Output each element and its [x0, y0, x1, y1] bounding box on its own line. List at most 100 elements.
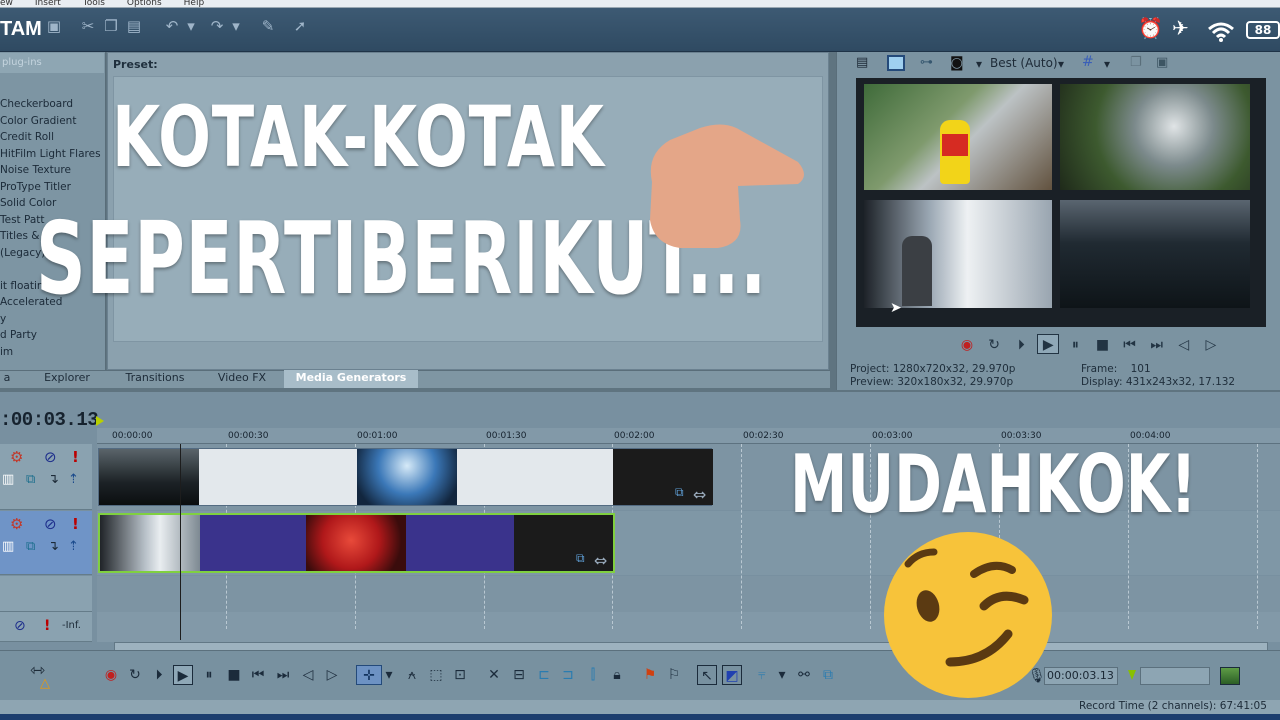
- grid-dropdown-icon[interactable]: ▾: [1104, 57, 1110, 71]
- track-fx-icon[interactable]: ⚙: [10, 515, 23, 533]
- plugin-item[interactable]: ProType Titler: [0, 179, 104, 196]
- plugin-item[interactable]: HitFilm Light Flares: [0, 146, 104, 163]
- plugin-item[interactable]: Credit Roll: [0, 129, 104, 146]
- paste-icon[interactable]: ▤: [124, 16, 144, 36]
- mute-icon[interactable]: ⊘: [44, 515, 57, 533]
- edit-tool-icon[interactable]: ✎: [258, 16, 278, 36]
- tab-media-generators[interactable]: Media Generators: [284, 370, 418, 388]
- next-frame-icon[interactable]: ▷: [322, 665, 342, 685]
- playhead-cursor[interactable]: [180, 444, 181, 640]
- region-icon[interactable]: ⚐: [664, 665, 684, 685]
- preview-properties-icon[interactable]: ▤: [856, 55, 868, 70]
- track-fx-icon[interactable]: ⚙: [10, 448, 23, 466]
- edit-tool-dropdown-icon[interactable]: ▾: [383, 665, 395, 685]
- redo-dropdown-icon[interactable]: ▾: [230, 16, 242, 36]
- snapshot-icon[interactable]: [1220, 667, 1240, 685]
- track-header-video-2[interactable]: ⚙ ⊘ ! ▥ ⧉ ↴ ⇡: [0, 511, 92, 575]
- track-lane-empty[interactable]: [97, 576, 1280, 612]
- go-to-end-icon[interactable]: ⏭: [273, 665, 293, 685]
- quality-dropdown-icon[interactable]: ▾: [976, 57, 982, 71]
- track-up-icon[interactable]: ⇡: [68, 472, 79, 487]
- quality-chevron-icon[interactable]: ▾: [1058, 57, 1064, 71]
- ripple-mode-icon[interactable]: ⫧: [752, 665, 772, 685]
- pause-icon[interactable]: ⏸: [1064, 335, 1086, 355]
- plugin-item[interactable]: Checkerboard: [0, 96, 104, 113]
- loop-icon[interactable]: ↻: [125, 665, 145, 685]
- stop-icon[interactable]: ■: [1091, 335, 1113, 355]
- next-frame-icon[interactable]: ▷: [1200, 335, 1222, 355]
- track-header-video-1[interactable]: ⚙ ⊘ ! ▥ ⧉ ↴ ⇡: [0, 444, 92, 510]
- save-snapshot-icon[interactable]: ▣: [1156, 55, 1168, 70]
- play-icon[interactable]: ▶: [1037, 334, 1060, 354]
- event-fx-icon[interactable]: ⇔: [594, 551, 607, 570]
- preview-screen[interactable]: ➤: [856, 78, 1266, 327]
- undo-dropdown-icon[interactable]: ▾: [185, 16, 197, 36]
- master-solo-icon[interactable]: !: [44, 618, 50, 634]
- plugin-item[interactable]: im: [0, 344, 104, 361]
- event-pan-crop-icon[interactable]: ⧉: [675, 485, 684, 500]
- selection-end-field[interactable]: [1140, 667, 1210, 685]
- motion-icon[interactable]: ⧉: [26, 472, 35, 487]
- tab-video-fx[interactable]: Video FX: [210, 370, 274, 388]
- cut-icon[interactable]: ✂: [78, 16, 98, 36]
- envelope-tool-icon[interactable]: ➚: [290, 16, 310, 36]
- compositing-icon[interactable]: ▥: [2, 472, 14, 487]
- menu-item-options[interactable]: Options: [127, 0, 162, 7]
- go-to-start-icon[interactable]: ⏮: [248, 665, 268, 685]
- plugin-item[interactable]: d Party: [0, 327, 104, 344]
- motion-icon[interactable]: ⧉: [26, 539, 35, 554]
- menu-item-tools[interactable]: Tools: [83, 0, 105, 7]
- play-from-start-icon[interactable]: ⏵: [149, 665, 169, 685]
- plugin-item[interactable]: Color Gradient: [0, 113, 104, 130]
- undo-icon[interactable]: ↶: [162, 16, 182, 36]
- compositing-icon[interactable]: ▥: [2, 539, 14, 554]
- preview-quality-select[interactable]: Best (Auto): [990, 56, 1058, 70]
- previous-frame-icon[interactable]: ◁: [298, 665, 318, 685]
- record-icon[interactable]: ◉: [101, 665, 121, 685]
- trim-icon[interactable]: ⊟: [509, 665, 529, 685]
- trim-end-icon[interactable]: ⊐: [558, 665, 578, 685]
- pause-icon[interactable]: ⏸: [199, 665, 219, 685]
- track-down-icon[interactable]: ↴: [48, 472, 59, 487]
- normal-edit-tool-icon[interactable]: ✛: [356, 665, 382, 685]
- master-mute-icon[interactable]: ⊘: [14, 618, 26, 634]
- menu-item-help[interactable]: Help: [184, 0, 205, 7]
- track-down-icon[interactable]: ↴: [48, 539, 59, 554]
- ripple-dropdown-icon[interactable]: ▾: [776, 665, 788, 685]
- event-pan-crop-icon[interactable]: ⧉: [576, 551, 585, 566]
- external-monitor-icon[interactable]: [887, 55, 905, 71]
- track-up-icon[interactable]: ⇡: [68, 539, 79, 554]
- crossfade-icon[interactable]: ⧉: [818, 665, 838, 685]
- solo-icon[interactable]: !: [72, 448, 79, 466]
- go-to-end-icon[interactable]: ⏭: [1146, 335, 1168, 355]
- event-grouping-icon[interactable]: ⚯: [794, 665, 814, 685]
- video-event-track-2[interactable]: ⧉ ⇔: [98, 513, 615, 573]
- copy-snapshot-icon[interactable]: ❐: [1130, 55, 1142, 70]
- loop-icon[interactable]: ↻: [983, 335, 1005, 355]
- menu-item-view[interactable]: ew: [0, 0, 13, 7]
- grid-icon[interactable]: #: [1082, 54, 1094, 70]
- video-event-track-1[interactable]: ⧉ ⇔: [98, 448, 713, 506]
- envelope-edit-icon[interactable]: ⍲: [402, 665, 422, 685]
- split-screen-icon[interactable]: ⊶: [920, 55, 933, 70]
- plugin-item[interactable]: Noise Texture: [0, 162, 104, 179]
- auto-ripple-icon[interactable]: ↖: [697, 665, 717, 685]
- mute-icon[interactable]: ⊘: [44, 448, 57, 466]
- solo-icon[interactable]: !: [72, 515, 79, 533]
- delete-icon[interactable]: ✕: [484, 665, 504, 685]
- trim-start-icon[interactable]: ⊏: [534, 665, 554, 685]
- event-fx-icon[interactable]: ⇔: [693, 485, 706, 504]
- zoom-edit-icon[interactable]: ⊡: [450, 665, 470, 685]
- redo-icon[interactable]: ↷: [207, 16, 227, 36]
- play-from-start-icon[interactable]: ⏵: [1010, 335, 1032, 355]
- selection-start-field[interactable]: 00:00:03.13: [1044, 667, 1118, 685]
- marker-icon[interactable]: ⚑: [640, 665, 660, 685]
- tab-media[interactable]: a: [0, 370, 14, 388]
- menu-item-insert[interactable]: Insert: [35, 0, 61, 7]
- lock-icon[interactable]: 🔒︎: [607, 665, 627, 685]
- previous-frame-icon[interactable]: ◁: [1173, 335, 1195, 355]
- play-icon[interactable]: ▶: [173, 665, 193, 685]
- snapping-icon[interactable]: ◩: [722, 665, 742, 685]
- tab-transitions[interactable]: Transitions: [118, 370, 192, 388]
- overlays-icon[interactable]: ◙: [950, 55, 964, 71]
